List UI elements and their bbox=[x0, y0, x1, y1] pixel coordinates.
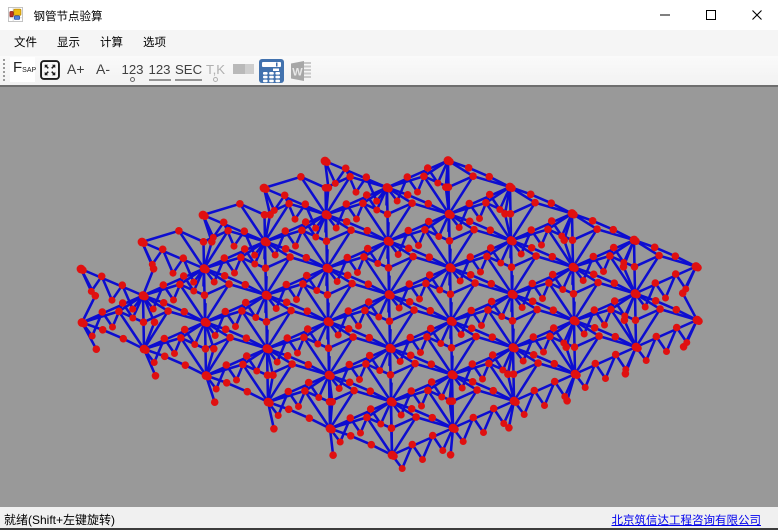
svg-text:W: W bbox=[292, 67, 303, 79]
